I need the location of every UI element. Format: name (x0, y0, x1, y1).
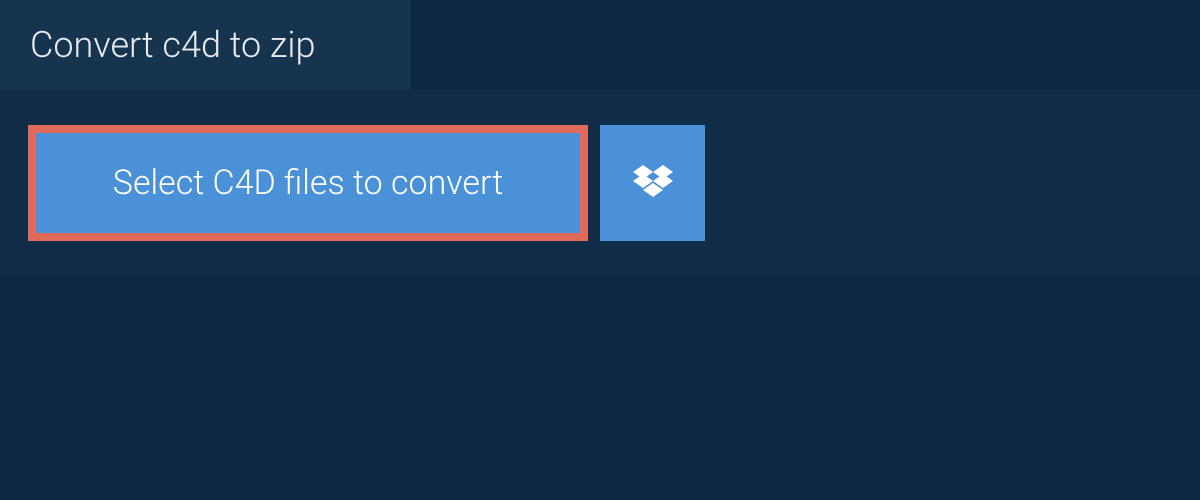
tab-convert[interactable]: Convert c4d to zip (0, 0, 410, 90)
select-files-button[interactable]: Select C4D files to convert (28, 125, 588, 241)
tab-title: Convert c4d to zip (30, 24, 316, 66)
dropbox-button[interactable] (600, 125, 705, 241)
button-row: Select C4D files to convert (28, 125, 1172, 241)
content-panel: Select C4D files to convert (0, 90, 1200, 276)
select-files-label: Select C4D files to convert (113, 163, 503, 203)
dropbox-icon (633, 165, 673, 201)
